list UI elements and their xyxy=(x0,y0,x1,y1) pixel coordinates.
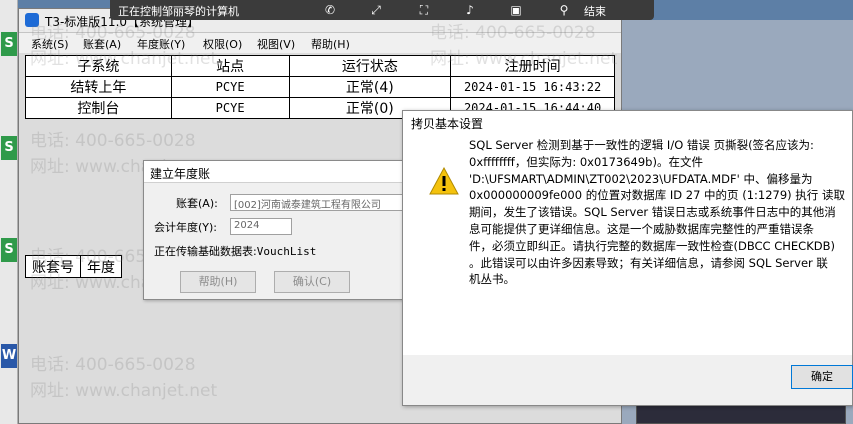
menu-year-account[interactable]: 年度账(Y) xyxy=(137,36,185,52)
confirm-button[interactable]: 确认(C) xyxy=(274,271,350,293)
dialog-titlebar[interactable]: 拷贝基本设置 xyxy=(403,111,852,133)
column-header[interactable]: 运行状态 xyxy=(288,55,452,77)
error-message-line: 'D:\UFSMART\ADMIN\ZT002\2023\UFDATA.MDF'… xyxy=(469,171,813,186)
desktop-app-icon[interactable]: S xyxy=(1,136,17,160)
error-message-line: 期间，发生了该错误。SQL Server 错误日志或系统事件日志中的其他消 xyxy=(469,205,836,220)
desktop-word-icon[interactable]: W xyxy=(1,344,17,368)
pin-icon[interactable]: ⚲ xyxy=(556,2,572,18)
column-header[interactable]: 年度 xyxy=(80,255,122,278)
copy-settings-error-dialog: 拷贝基本设置 SQL Server 检测到基于一致性的逻辑 I/O 错误 页撕裂… xyxy=(402,110,853,406)
error-message-line: SQL Server 检测到基于一致性的逻辑 I/O 错误 页撕裂(签名应该为: xyxy=(469,138,814,152)
preview-thumbnail xyxy=(636,404,846,424)
transfer-table-name: VouchList xyxy=(256,245,317,258)
menu-system[interactable]: 系统(S) xyxy=(31,36,69,52)
error-message-line: 0xffffffff，但实际为: 0x0173649b)。在文件 xyxy=(469,154,703,169)
year-label: 会计年度(Y): xyxy=(154,221,218,234)
remote-control-bar: 正在控制邹丽琴的计算机 ✆ ⤢ ⛶ ♪ ▣ ⚲ 结束 xyxy=(110,0,654,20)
menu-permission[interactable]: 权限(O) xyxy=(203,36,242,52)
hd-icon[interactable]: ▣ xyxy=(508,2,524,18)
year-field[interactable]: 2024 xyxy=(230,218,292,235)
transfer-status: 正在传输基础数据表:VouchList xyxy=(154,243,316,259)
cell-status: 正常(4) xyxy=(288,76,452,98)
table-header-row: 子系统 站点 运行状态 注册时间 xyxy=(25,55,615,77)
cell-subsystem: 结转上年 xyxy=(25,76,172,98)
build-year-account-dialog: 建立年度账 账套(A): [002]河南诚泰建筑工程有限公司 会计年度(Y): … xyxy=(143,160,419,300)
menu-help[interactable]: 帮助(H) xyxy=(311,36,350,52)
warning-icon xyxy=(429,167,459,195)
remote-status-text: 正在控制邹丽琴的计算机 xyxy=(118,5,239,18)
error-message-line: 件，必须立即纠正。请执行完整的数据库一致性检查(DBCC CHECKDB) xyxy=(469,238,835,253)
error-message-line: 。此错误可以由许多因素导致；有关详细信息，请参阅 SQL Server 联 xyxy=(469,255,828,270)
help-button[interactable]: 帮助(H) xyxy=(180,271,256,293)
dialog-titlebar[interactable]: 建立年度账 xyxy=(144,161,418,183)
fit-screen-icon[interactable]: ⛶ xyxy=(416,2,432,18)
dialog-title: 建立年度账 xyxy=(150,167,211,181)
app-logo-icon xyxy=(25,13,39,27)
desktop-app-icon[interactable]: S xyxy=(1,32,17,56)
dialog-footer: 确定 xyxy=(403,355,853,405)
column-header[interactable]: 注册时间 xyxy=(450,55,615,77)
error-message-line: 0x000000009fe000 的位置对数据库 ID 27 中的页 (1:12… xyxy=(469,188,845,203)
desktop-icon-strip: S S S W xyxy=(0,0,18,424)
desktop-app-icon[interactable]: S xyxy=(1,238,17,262)
cell-subsystem: 控制台 xyxy=(25,97,172,119)
menu-account[interactable]: 账套(A) xyxy=(83,36,121,52)
account-label: 账套(A): xyxy=(176,197,218,210)
cell-site: PCYE xyxy=(170,76,290,98)
account-table: 账套号 年度 xyxy=(25,255,122,278)
ok-button[interactable]: 确定 xyxy=(791,365,853,389)
menu-bar: 系统(S) 账套(A) 年度账(Y) 权限(O) 视图(V) 帮助(H) xyxy=(19,33,621,53)
error-message-line: 息可能提供了更详细信息。这是一个威胁数据库完整性的严重错误条 xyxy=(469,221,814,236)
end-session-button[interactable]: 结束 xyxy=(584,3,606,19)
table-header-row: 账套号 年度 xyxy=(25,255,122,278)
column-header[interactable]: 站点 xyxy=(170,55,290,77)
account-field[interactable]: [002]河南诚泰建筑工程有限公司 xyxy=(230,194,410,211)
table-row[interactable]: 结转上年 PCYE 正常(4) 2024-01-15 16:43:22 xyxy=(25,76,615,98)
dialog-title: 拷贝基本设置 xyxy=(411,117,484,131)
cell-time: 2024-01-15 16:43:22 xyxy=(450,76,615,98)
menu-view[interactable]: 视图(V) xyxy=(257,36,295,52)
fullscreen-icon[interactable]: ⤢ xyxy=(368,2,384,18)
column-header[interactable]: 子系统 xyxy=(25,55,172,77)
volume-icon[interactable]: ♪ xyxy=(462,2,478,18)
error-message-line: 机丛书。 xyxy=(469,272,515,287)
error-message: SQL Server 检测到基于一致性的逻辑 I/O 错误 页撕裂(签名应该为:… xyxy=(469,137,853,288)
cell-site: PCYE xyxy=(170,97,290,119)
transfer-status-prefix: 正在传输基础数据表: xyxy=(154,245,257,258)
phone-icon[interactable]: ✆ xyxy=(322,2,338,18)
column-header[interactable]: 账套号 xyxy=(25,255,81,278)
